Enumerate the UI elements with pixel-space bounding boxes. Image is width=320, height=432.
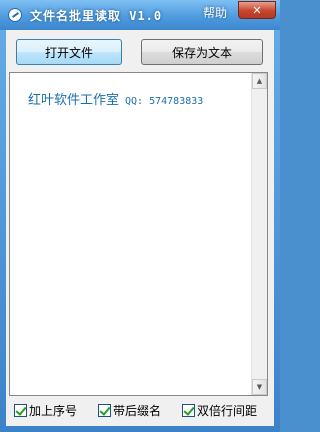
add-sequence-label: 加上序号 xyxy=(29,403,78,418)
file-list-textarea[interactable]: 红叶软件工作室 QQ: 574783833 ▲ ▼ xyxy=(9,72,268,396)
add-sequence-checkbox[interactable] xyxy=(14,403,27,417)
options-row: 加上序号 带后缀名 双倍行间距 xyxy=(14,402,272,420)
help-menu[interactable]: 帮助 xyxy=(203,4,227,21)
vertical-scrollbar[interactable]: ▲ ▼ xyxy=(251,73,267,395)
scroll-up-icon[interactable]: ▲ xyxy=(252,73,267,89)
double-spacing-label: 双倍行间距 xyxy=(197,403,258,418)
option-double-spacing[interactable]: 双倍行间距 xyxy=(182,402,257,418)
main-window: 文件名批里读取 V1.0 帮助 ✕ 打开文件 保存为文本 红叶软件工作室 QQ: … xyxy=(0,0,280,432)
option-with-extension[interactable]: 带后缀名 xyxy=(98,402,161,418)
close-icon: ✕ xyxy=(252,3,262,17)
close-button[interactable]: ✕ xyxy=(238,1,276,19)
window-title: 文件名批里读取 V1.0 xyxy=(30,9,163,23)
option-add-sequence[interactable]: 加上序号 xyxy=(14,402,77,418)
double-spacing-checkbox[interactable] xyxy=(182,403,195,417)
save-as-text-button[interactable]: 保存为文本 xyxy=(141,39,263,65)
with-extension-label: 带后缀名 xyxy=(113,403,162,418)
scroll-down-icon[interactable]: ▼ xyxy=(252,379,267,395)
client-area: 打开文件 保存为文本 红叶软件工作室 QQ: 574783833 ▲ ▼ 加上序号… xyxy=(6,30,274,426)
studio-name: 红叶软件工作室 xyxy=(28,93,120,108)
qq-number: QQ: 574783833 xyxy=(125,96,204,107)
title-bar[interactable]: 文件名批里读取 V1.0 帮助 ✕ xyxy=(0,0,280,30)
with-extension-checkbox[interactable] xyxy=(98,403,111,417)
open-file-button[interactable]: 打开文件 xyxy=(16,39,122,65)
app-icon xyxy=(8,8,22,22)
content-line: 红叶软件工作室 QQ: 574783833 xyxy=(28,89,203,108)
